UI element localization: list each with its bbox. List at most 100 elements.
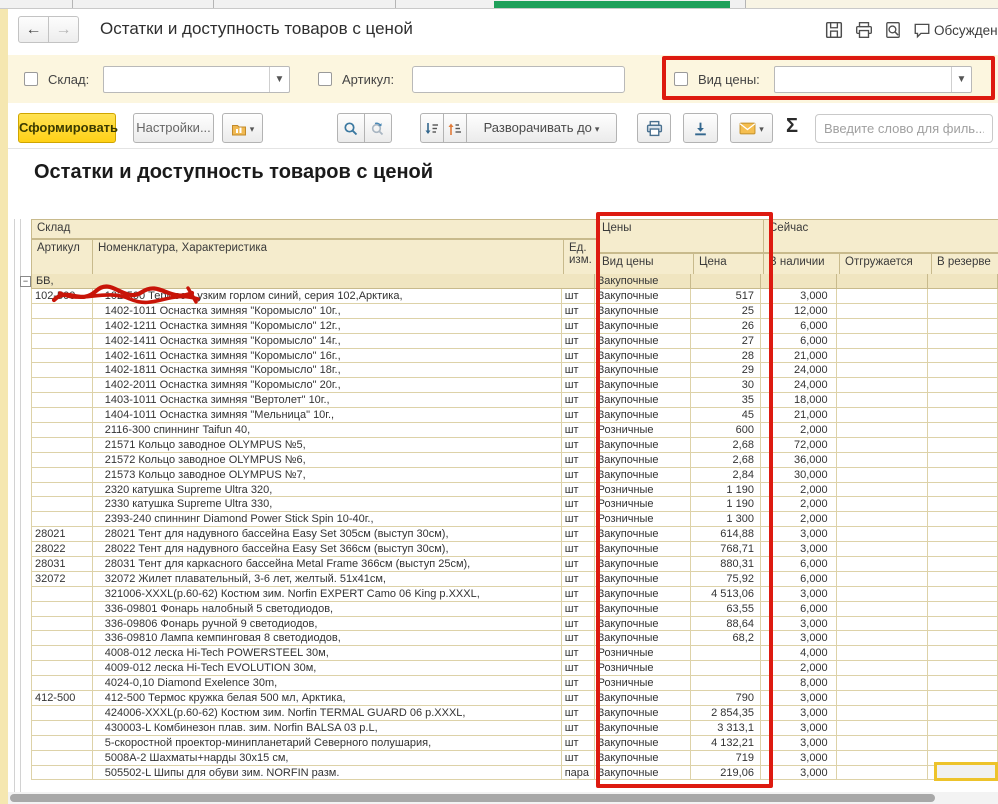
cell-price: 614,88 bbox=[691, 527, 761, 542]
table-row[interactable]: 336-09806 Фонарь ручной 9 светодиодов,шт… bbox=[14, 617, 998, 632]
table-row[interactable]: 321006-XXXL(р.60-62) Костюм зим. Norfin … bbox=[14, 587, 998, 602]
discussions-icon[interactable] bbox=[913, 21, 931, 39]
horizontal-scrollbar-thumb[interactable] bbox=[10, 794, 935, 802]
cell-shipping bbox=[837, 602, 929, 617]
print-icon[interactable] bbox=[855, 21, 873, 39]
expand-to-button[interactable]: Разворачивать до▾ bbox=[466, 113, 617, 143]
cell-reserved bbox=[928, 289, 998, 304]
table-row[interactable]: 1402-1611 Оснастка зимняя "Коромысло" 16… bbox=[14, 349, 998, 364]
cell-artikul bbox=[31, 438, 93, 453]
cell-unit: шт bbox=[562, 468, 595, 483]
group-price-type: Закупочные bbox=[595, 274, 692, 289]
selected-cell[interactable] bbox=[934, 762, 998, 781]
price-type-combo[interactable]: ▼ bbox=[774, 66, 972, 93]
tab-area bbox=[746, 0, 998, 8]
cell-price: 63,55 bbox=[691, 602, 761, 617]
toolbar-print-button[interactable] bbox=[637, 113, 671, 143]
table-row[interactable]: 2320 катушка Supreme Ultra 320,штРозничн… bbox=[14, 483, 998, 498]
cell-in-stock: 6,000 bbox=[761, 319, 837, 334]
chevron-down-icon[interactable]: ▼ bbox=[269, 67, 289, 92]
cell-nomenclature: 1402-1211 Оснастка зимняя "Коромысло" 12… bbox=[93, 319, 562, 334]
table-row[interactable]: 2116-300 спиннинг Taifun 40,штРозничные6… bbox=[14, 423, 998, 438]
cell-price-type: Закупочные bbox=[595, 408, 692, 423]
table-row[interactable]: 1402-2011 Оснастка зимняя "Коромысло" 20… bbox=[14, 378, 998, 393]
table-row[interactable]: 4024-0,10 Diamond Exelence 30m,штРозничн… bbox=[14, 676, 998, 691]
table-row[interactable]: 21573 Кольцо заводное OLYMPUS №7,штЗакуп… bbox=[14, 468, 998, 483]
article-checkbox[interactable] bbox=[318, 72, 332, 86]
cell-artikul bbox=[31, 512, 93, 527]
cell-unit: шт bbox=[562, 408, 595, 423]
table-row[interactable]: 4008-012 леска Hi-Tech POWERSTEEL 30м,шт… bbox=[14, 646, 998, 661]
cell-artikul bbox=[31, 378, 93, 393]
generate-button[interactable]: Сформировать bbox=[18, 113, 116, 143]
save-icon[interactable] bbox=[825, 21, 843, 39]
warehouse-combo[interactable]: ▼ bbox=[103, 66, 290, 93]
group-row[interactable]: БВ, Закупочные bbox=[14, 274, 998, 289]
table-row[interactable]: 336-09810 Лампа кемпинговая 8 светодиодо… bbox=[14, 631, 998, 646]
table-row[interactable]: 505502-L Шипы для обуви зим. NORFIN разм… bbox=[14, 766, 998, 781]
warehouse-checkbox[interactable] bbox=[24, 72, 38, 86]
table-row[interactable]: 5008А-2 Шахматы+нарды 30х15 см,штЗакупоч… bbox=[14, 751, 998, 766]
table-row[interactable]: 2802228022 Тент для надувного бассейна E… bbox=[14, 542, 998, 557]
price-type-checkbox[interactable] bbox=[674, 72, 688, 86]
table-row[interactable]: 1403-1011 Оснастка зимняя "Вертолет" 10г… bbox=[14, 393, 998, 408]
mail-button[interactable]: ▾ bbox=[730, 113, 773, 143]
table-row[interactable]: 4009-012 леска Hi-Tech EVOLUTION 30м,штР… bbox=[14, 661, 998, 676]
totals-sigma-button[interactable]: Σ bbox=[786, 115, 798, 138]
cell-artikul bbox=[31, 587, 93, 602]
cell-reserved bbox=[928, 319, 998, 334]
table-row[interactable]: 336-09801 Фонарь налобный 5 светодиодов,… bbox=[14, 602, 998, 617]
header-prices[interactable]: Цены bbox=[597, 219, 764, 253]
cell-price-type: Розничные bbox=[595, 497, 692, 512]
cell-shipping bbox=[837, 512, 929, 527]
cell-price-type: Закупочные bbox=[595, 572, 692, 587]
table-row[interactable]: 1404-1011 Оснастка зимняя "Мельница" 10г… bbox=[14, 408, 998, 423]
cell-in-stock: 2,000 bbox=[761, 512, 837, 527]
table-row[interactable]: 102-500102-500 Термос с узким горлом син… bbox=[14, 289, 998, 304]
header-sklad[interactable]: Склад bbox=[31, 219, 597, 239]
search-reset-button[interactable] bbox=[364, 113, 392, 143]
table-row[interactable]: 412-500412-500 Термос кружка белая 500 м… bbox=[14, 691, 998, 706]
back-button[interactable]: ← bbox=[18, 16, 49, 43]
table-row[interactable]: 430003-L Комбинезон плав. зим. Norfin BA… bbox=[14, 721, 998, 736]
quick-filter-input[interactable] bbox=[815, 114, 993, 143]
preview-icon[interactable] bbox=[884, 21, 902, 39]
cell-shipping bbox=[837, 378, 929, 393]
chevron-down-icon[interactable]: ▼ bbox=[951, 67, 971, 92]
tab-separator bbox=[72, 0, 73, 8]
forward-button[interactable]: → bbox=[48, 16, 79, 43]
sort-ascending-button[interactable] bbox=[443, 113, 467, 143]
settings-button[interactable]: Настройки... bbox=[133, 113, 214, 143]
table-row[interactable]: 1402-1811 Оснастка зимняя "Коромысло" 18… bbox=[14, 363, 998, 378]
search-button[interactable] bbox=[337, 113, 365, 143]
row-gutter bbox=[14, 542, 31, 557]
cell-artikul bbox=[31, 736, 93, 751]
report-variants-button[interactable]: ▾ bbox=[222, 113, 263, 143]
sort-ascending-icon bbox=[447, 121, 463, 137]
cell-unit: шт bbox=[562, 617, 595, 632]
table-row[interactable]: 2802128021 Тент для надувного бассейна E… bbox=[14, 527, 998, 542]
cell-nomenclature: 1402-1011 Оснастка зимняя "Коромысло" 10… bbox=[93, 304, 562, 319]
discussions-label[interactable]: Обсужден bbox=[934, 23, 998, 38]
table-row[interactable]: 1402-1011 Оснастка зимняя "Коромысло" 10… bbox=[14, 304, 998, 319]
table-row[interactable]: 21572 Кольцо заводное OLYMPUS №6,штЗакуп… bbox=[14, 453, 998, 468]
article-input[interactable] bbox=[412, 66, 625, 93]
table-row[interactable]: 424006-XXXL(р.60-62) Костюм зим. Norfin … bbox=[14, 706, 998, 721]
download-button[interactable] bbox=[683, 113, 718, 143]
table-row[interactable]: 2330 катушка Supreme Ultra 330,штРозничн… bbox=[14, 497, 998, 512]
active-tab-indicator[interactable] bbox=[494, 1, 730, 8]
sort-descending-button[interactable] bbox=[420, 113, 444, 143]
table-row[interactable]: 5-скоростной проектор-минипланетарий Сев… bbox=[14, 736, 998, 751]
table-row[interactable]: 1402-1211 Оснастка зимняя "Коромысло" 12… bbox=[14, 319, 998, 334]
table-row[interactable]: 1402-1411 Оснастка зимняя "Коромысло" 14… bbox=[14, 334, 998, 349]
table-row[interactable]: 2803128031 Тент для каркасного бассейна … bbox=[14, 557, 998, 572]
collapse-group-button[interactable]: − bbox=[20, 276, 31, 287]
cell-reserved bbox=[928, 691, 998, 706]
cell-price-type: Закупочные bbox=[595, 363, 692, 378]
table-row[interactable]: 2393-240 спиннинг Diamond Power Stick Sp… bbox=[14, 512, 998, 527]
table-row[interactable]: 3207232072 Жилет плавательный, 3-6 лет, … bbox=[14, 572, 998, 587]
cell-unit: шт bbox=[562, 706, 595, 721]
cell-price-type: Закупочные bbox=[595, 557, 692, 572]
table-row[interactable]: 21571 Кольцо заводное OLYMPUS №5,штЗакуп… bbox=[14, 438, 998, 453]
header-now[interactable]: Сейчас bbox=[764, 219, 998, 253]
